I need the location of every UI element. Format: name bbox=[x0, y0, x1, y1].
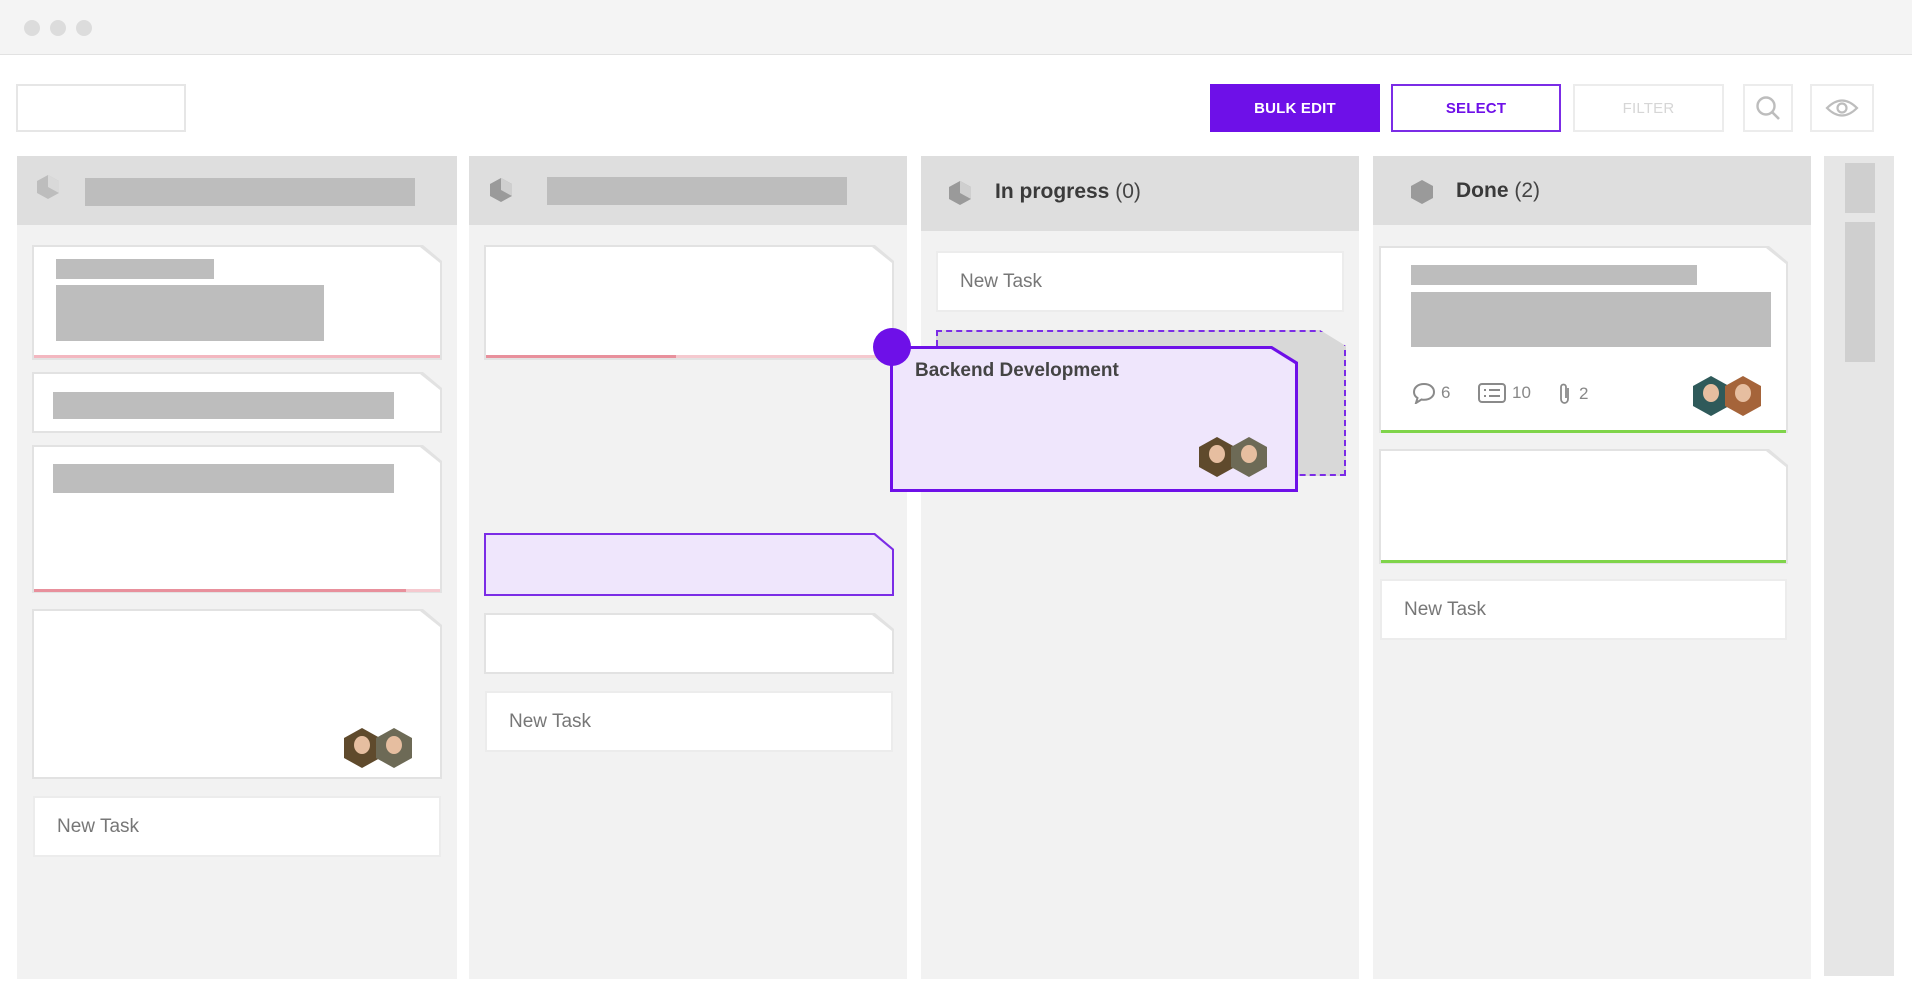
avatar bbox=[1725, 376, 1761, 416]
priority-bar bbox=[34, 355, 440, 358]
card-title-placeholder bbox=[1411, 265, 1697, 285]
checklist-count: 10 bbox=[1477, 382, 1531, 404]
column-title: Done (2) bbox=[1456, 179, 1540, 203]
comment-icon bbox=[1412, 382, 1436, 404]
column-task-count: (0) bbox=[1115, 180, 1141, 203]
column-title-placeholder bbox=[85, 178, 415, 206]
assignee-avatars bbox=[1693, 376, 1761, 416]
task-card[interactable] bbox=[484, 613, 894, 674]
column-title-placeholder bbox=[547, 177, 847, 205]
scrollbar-thumb[interactable] bbox=[1845, 222, 1875, 362]
column-status-icon bbox=[949, 181, 971, 205]
avatar bbox=[376, 728, 412, 768]
avatar bbox=[1693, 376, 1729, 416]
eye-icon bbox=[1825, 99, 1859, 117]
column-title-text: In progress bbox=[995, 180, 1110, 203]
new-task-input[interactable]: New Task bbox=[485, 691, 893, 752]
select-button[interactable]: SELECT bbox=[1391, 84, 1561, 132]
card-body-placeholder bbox=[1411, 292, 1771, 347]
comment-count-value: 6 bbox=[1441, 383, 1451, 402]
card-title-placeholder bbox=[56, 259, 214, 279]
checklist-count-value: 10 bbox=[1512, 383, 1531, 402]
drop-target-slot[interactable] bbox=[484, 533, 894, 596]
column-task-count: (2) bbox=[1514, 179, 1541, 202]
column-status-icon bbox=[490, 178, 512, 202]
priority-bar-track bbox=[676, 355, 892, 358]
assignee-avatars bbox=[1199, 437, 1267, 477]
drag-handle[interactable] bbox=[873, 328, 911, 366]
done-status-bar bbox=[1381, 430, 1786, 433]
card-title-placeholder bbox=[53, 392, 394, 419]
new-task-input[interactable]: New Task bbox=[1380, 579, 1787, 640]
bulk-edit-button[interactable]: BULK EDIT bbox=[1210, 84, 1380, 132]
column-status-icon bbox=[37, 175, 59, 199]
priority-bar-track bbox=[406, 589, 440, 592]
search-button[interactable] bbox=[1743, 84, 1793, 132]
attachment-count: 2 bbox=[1556, 382, 1588, 406]
filter-button[interactable]: FILTER bbox=[1573, 84, 1724, 132]
dragged-card-title: Backend Development bbox=[915, 360, 1119, 381]
window-close-dot[interactable] bbox=[24, 20, 40, 36]
paperclip-icon bbox=[1560, 383, 1569, 404]
task-card[interactable] bbox=[484, 245, 894, 360]
assignee-avatars bbox=[344, 728, 412, 768]
done-status-bar bbox=[1381, 560, 1786, 563]
column-title-text: Done bbox=[1456, 179, 1509, 202]
window-titlebar bbox=[0, 0, 1912, 55]
comment-count: 6 bbox=[1412, 382, 1450, 404]
window-minimize-dot[interactable] bbox=[50, 20, 66, 36]
card-title-placeholder bbox=[53, 464, 394, 493]
column-title: In progress (0) bbox=[995, 180, 1141, 204]
column-header: Done (2) bbox=[1373, 156, 1811, 225]
board-selector[interactable] bbox=[16, 84, 186, 132]
new-task-input[interactable]: New Task bbox=[33, 796, 441, 857]
priority-bar bbox=[34, 589, 406, 592]
column-header: In progress (0) bbox=[921, 156, 1359, 231]
avatar bbox=[1199, 437, 1235, 477]
priority-bar bbox=[486, 355, 676, 358]
checklist-icon bbox=[1478, 383, 1506, 403]
column-header bbox=[469, 156, 907, 225]
scroll-block bbox=[1845, 163, 1875, 213]
card-body-placeholder bbox=[56, 285, 324, 341]
column-header bbox=[17, 156, 457, 225]
window-maximize-dot[interactable] bbox=[76, 20, 92, 36]
avatar bbox=[344, 728, 380, 768]
visibility-button[interactable] bbox=[1810, 84, 1874, 132]
search-icon bbox=[1756, 96, 1780, 120]
avatar bbox=[1231, 437, 1267, 477]
new-task-input[interactable]: New Task bbox=[936, 251, 1344, 312]
attachment-count-value: 2 bbox=[1579, 384, 1589, 403]
column-status-icon bbox=[1411, 180, 1433, 204]
task-card[interactable] bbox=[1379, 449, 1788, 564]
